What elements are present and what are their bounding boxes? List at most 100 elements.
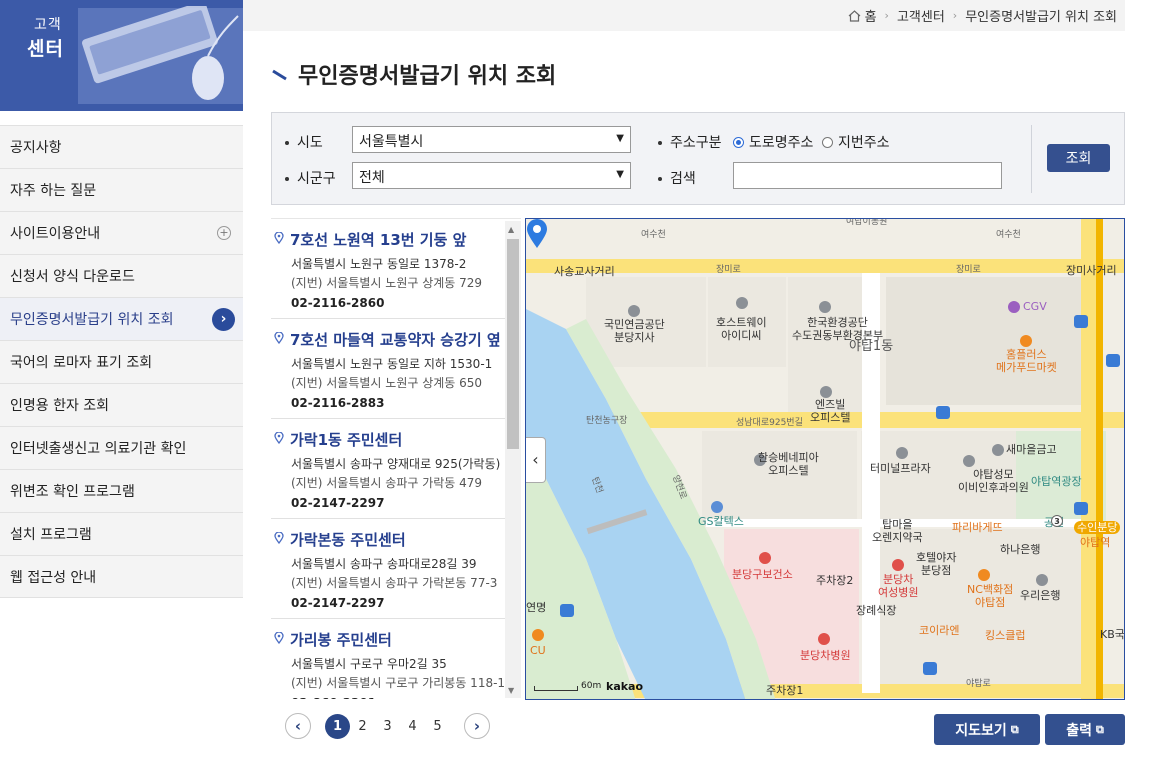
banner-text-line2: 센터 [27,38,64,60]
result-road-address: 서울특별시 노원구 동일로 지하 1530-1 [291,357,493,371]
location-pin-icon [274,432,284,444]
map-label: 성남대로925번길 [736,418,803,428]
breadcrumb-home[interactable]: 홈 [865,6,877,25]
print-button[interactable]: 출력 ⧉ [1045,714,1125,745]
sidebar-item-install[interactable]: 설치 프로그램 [0,512,243,555]
map-view[interactable]: 여수천 여수천 여탑이동원 사송교사거리 장미로 장미로 장미사거리 국민연금공… [525,218,1125,700]
bus-stop-icon [1074,502,1088,515]
map-label: 야탑로 [966,679,991,689]
map-label: 호텔야자 분당점 [916,551,957,577]
result-name[interactable]: 7호선 노원역 13번 기둥 앞 [275,229,521,250]
radio-road-address[interactable]: 도로명주소 [733,132,813,152]
result-phone: 02-2147-2297 [291,596,385,610]
result-jibun-address: (지번) 서울특별시 구로구 가리봉동 118-11 [291,676,513,690]
list-item[interactable]: 7호선 마들역 교통약자 승강기 옆 서울특별시 노원구 동일로 지하 1530… [271,319,521,419]
map-label: 장미로 [716,265,741,275]
map-collapse-button[interactable]: ‹ [526,437,546,483]
radio-jibun-address[interactable]: 지번주소 [822,132,890,152]
scrollbar-thumb[interactable] [507,239,519,449]
map-label: 파리바게뜨 [952,521,1003,534]
map-label: 야탑역 [1080,536,1111,549]
map-label: 여수천 [641,230,666,240]
page-4[interactable]: 4 [400,714,425,739]
map-view-button[interactable]: 지도보기 ⧉ [934,714,1040,745]
map-label: 수인분당 [1074,521,1121,534]
page-2[interactable]: 2 [350,714,375,739]
list-scrollbar[interactable]: ▲ ▼ [505,221,521,698]
list-item[interactable]: 가락1동 주민센터 서울특별시 송파구 양재대로 925(가락동) (지번) 서… [271,419,521,519]
sidebar-item-label: 국어의 로마자 표기 조회 [10,355,153,371]
sidebar-item-faq[interactable]: 자주 하는 질문 [0,168,243,211]
result-phone: 02-860-2301 [275,696,521,699]
page-1[interactable]: 1 [325,713,350,739]
shopping-icon [1020,335,1032,347]
list-item[interactable]: 가락본동 주민센터 서울특별시 송파구 송파대로28길 39 (지번) 서울특별… [271,519,521,619]
sidebar-item-kiosk-location[interactable]: 무인증명서발급기 위치 조회 › [0,297,243,340]
sigungu-select[interactable]: 전체 ▼ [352,162,631,189]
map-label: 분당차 여성병원 [878,573,919,599]
sidebar-item-site-guide[interactable]: 사이트이용안내 + [0,211,243,254]
sidebar-item-birth-report[interactable]: 인터넷출생신고 의료기관 확인 [0,426,243,469]
map-marker-icon[interactable] [526,219,548,249]
breadcrumb-separator: › [884,9,889,22]
sidebar-item-name-hanja[interactable]: 인명용 한자 조회 [0,383,243,426]
map-label: 주차장2 [816,574,854,587]
sidebar-item-label: 웹 접근성 안내 [10,569,97,586]
expand-plus-icon[interactable]: + [217,226,231,240]
bus-stop-icon [923,662,937,675]
hospital-icon [818,633,830,645]
sigungu-label: 시군구 [285,168,336,188]
page-3[interactable]: 3 [375,714,400,739]
map-label: 터미널프라자 [870,462,931,475]
breadcrumb-customer-center[interactable]: 고객센터 [897,6,945,25]
map-label: 엔즈빌 오피스텔 [810,398,851,424]
bus-stop-icon [1106,354,1120,367]
list-item[interactable]: 7호선 노원역 13번 기둥 앞 서울특별시 노원구 동일로 1378-2 (지… [271,219,521,319]
keyword-input[interactable] [733,162,1002,189]
external-link-icon: ⧉ [1095,722,1104,736]
result-name[interactable]: 7호선 마들역 교통약자 승강기 옆 [275,329,521,350]
map-label: 분당차병원 [800,649,851,662]
map-label: CU [530,644,546,657]
list-item[interactable]: 가리봉 주민센터 서울특별시 구로구 우마2길 35 (지번) 서울특별시 구로… [271,619,521,699]
map-label: 탄천농구장 [586,416,628,426]
scroll-up-icon[interactable]: ▲ [508,225,514,234]
bus-stop-icon [1074,315,1088,328]
banner-text-line1: 고객 [34,17,62,33]
sidebar-item-label: 인터넷출생신고 의료기관 확인 [10,441,187,457]
page-title-text: 무인증명서발급기 위치 조회 [298,64,557,89]
map-label: 주차장1 [766,684,804,697]
breadcrumb: 홈 › 고객센터 › 무인증명서발급기 위치 조회 [243,0,1125,31]
map-label: 분당구보건소 [732,568,793,581]
next-page-button[interactable]: › [464,713,490,739]
map-label: 우리은행 [1020,589,1061,602]
scroll-down-icon[interactable]: ▼ [508,686,514,695]
sidebar-item-label: 사이트이용안내 [10,226,101,242]
bus-stop-icon [936,406,950,419]
result-road-address: 서울특별시 구로구 우마2길 35 [291,657,447,671]
sidebar-item-accessibility[interactable]: 웹 접근성 안내 [0,555,243,598]
kakao-logo: kakao [606,680,644,693]
page-5[interactable]: 5 [425,714,450,739]
subway-line-icon: 3 [1051,515,1063,527]
sido-label: 시도 [285,132,323,152]
keyword-label: 검색 [658,168,696,188]
result-list: 7호선 노원역 13번 기둥 앞 서울특별시 노원구 동일로 1378-2 (지… [271,218,521,699]
result-name[interactable]: 가락1동 주민센터 [275,429,521,450]
sido-select[interactable]: 서울특별시 ▼ [352,126,631,153]
sidebar-item-forgery-check[interactable]: 위변조 확인 프로그램 [0,469,243,512]
sidebar-item-form-download[interactable]: 신청서 양식 다운로드 [0,254,243,297]
location-pin-icon [274,332,284,344]
sidebar-item-romanization[interactable]: 국어의 로마자 표기 조회 [0,340,243,383]
prev-page-button[interactable]: ‹ [285,713,311,739]
hospital-icon [963,455,975,467]
sidebar-item-label: 무인증명서발급기 위치 조회 [10,312,174,328]
result-name[interactable]: 가리봉 주민센터 [275,629,521,650]
result-jibun-address: (지번) 서울특별시 노원구 상계동 729 [291,276,483,290]
result-name[interactable]: 가락본동 주민센터 [275,529,521,550]
sidebar-item-notice[interactable]: 공지사항 [0,125,243,168]
map-label: 사송교사거리 [554,265,615,278]
breadcrumb-separator: › [952,9,958,22]
bank-icon [992,444,1004,456]
search-button[interactable]: 조회 [1047,144,1110,172]
